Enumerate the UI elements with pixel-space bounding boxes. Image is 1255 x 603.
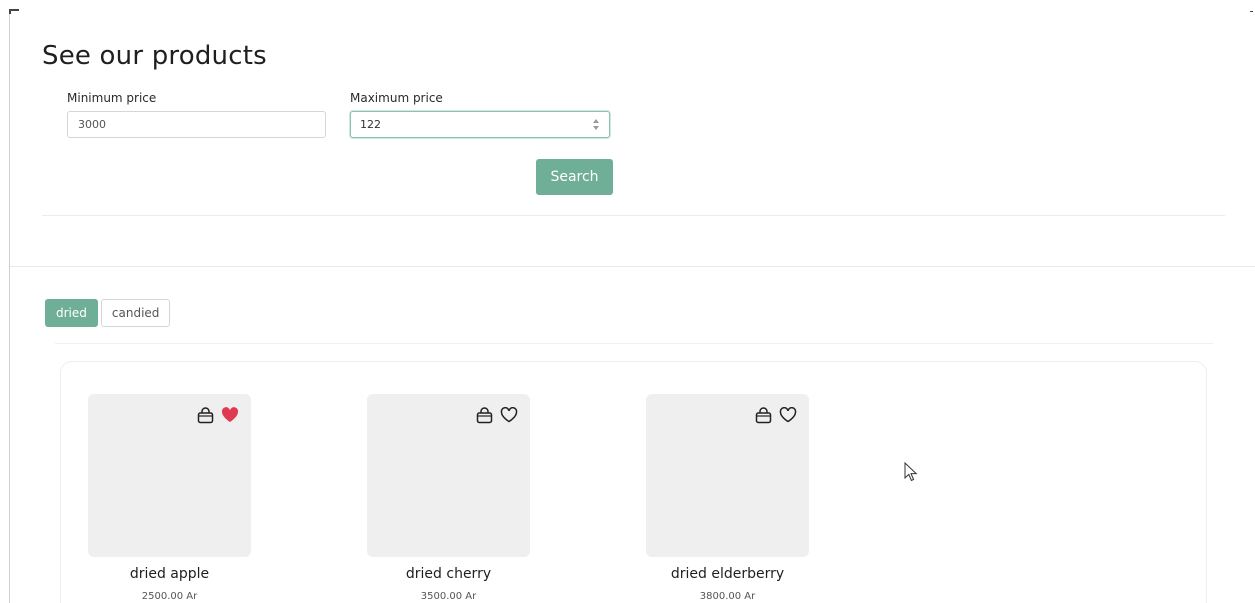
shopping-bag-icon[interactable] [753, 405, 773, 425]
max-price-value: 122 [360, 118, 381, 131]
max-price-label: Maximum price [350, 91, 443, 105]
page-title: See our products [42, 41, 267, 71]
product-price: 3500.00 Ar [420, 591, 477, 602]
max-price-input[interactable]: 122 [350, 111, 610, 138]
category-tabs: dried candied [45, 299, 171, 327]
product-card[interactable]: dried elderberry 3800.00 Ar [646, 394, 809, 602]
product-price: 2500.00 Ar [141, 591, 198, 602]
min-price-input[interactable] [67, 111, 326, 138]
product-image-placeholder [88, 394, 251, 557]
product-card[interactable]: dried apple 2500.00 Ar [88, 394, 251, 602]
spinner-arrows-icon[interactable] [593, 119, 600, 130]
tab-candied[interactable]: candied [100, 299, 171, 327]
mouse-pointer-icon [904, 461, 918, 486]
section-divider [42, 215, 1225, 216]
product-name[interactable]: dried cherry [367, 566, 530, 582]
product-actions [474, 405, 519, 425]
search-button[interactable]: Search [536, 159, 613, 195]
tabs-divider [55, 343, 1213, 344]
product-actions [753, 405, 798, 425]
shopping-bag-icon[interactable] [474, 405, 494, 425]
product-price: 3800.00 Ar [699, 591, 756, 602]
shopping-bag-icon[interactable] [195, 405, 215, 425]
tab-dried[interactable]: dried [45, 299, 98, 327]
min-price-label: Minimum price [67, 91, 157, 105]
product-image-placeholder [367, 394, 530, 557]
heart-icon[interactable] [499, 405, 519, 425]
product-actions [195, 405, 240, 425]
page: See our products Minimum price Maximum p… [0, 0, 1255, 603]
heart-icon-filled[interactable] [220, 405, 240, 425]
heart-icon[interactable] [778, 405, 798, 425]
product-card[interactable]: dried cherry 3500.00 Ar [367, 394, 530, 602]
product-image-placeholder [646, 394, 809, 557]
product-name[interactable]: dried apple [88, 566, 251, 582]
filter-section: See our products Minimum price Maximum p… [10, 0, 1255, 267]
product-name[interactable]: dried elderberry [646, 566, 809, 582]
